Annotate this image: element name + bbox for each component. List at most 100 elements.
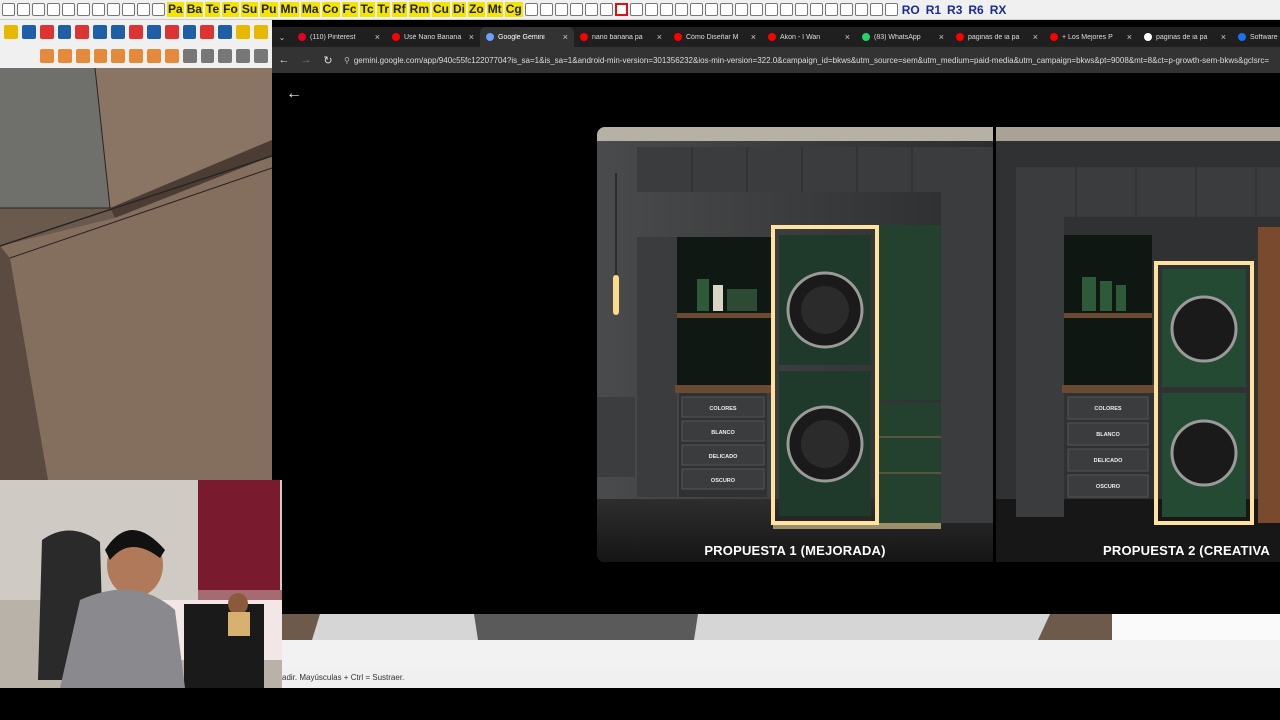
toolbar-label-button[interactable]: Fo — [222, 2, 239, 17]
close-tab-icon[interactable]: × — [751, 32, 756, 42]
close-tab-icon[interactable]: × — [563, 32, 568, 42]
iso-view-icon[interactable] — [182, 49, 197, 63]
close-tab-icon[interactable]: × — [469, 32, 474, 42]
stop-icon[interactable] — [614, 3, 628, 16]
polygon-icon[interactable] — [182, 25, 197, 39]
intersect-icon[interactable] — [147, 49, 161, 63]
layout-icon[interactable] — [749, 3, 763, 16]
render-preset-button[interactable]: R6 — [966, 3, 985, 17]
trim-icon[interactable] — [93, 49, 108, 63]
component-icon[interactable] — [236, 25, 251, 39]
browser-tab[interactable]: (110) Pinterest × — [292, 27, 386, 47]
toolbar-label-button[interactable]: Di — [452, 2, 467, 17]
browser-tab[interactable]: paginas de ia pa × — [1138, 27, 1232, 47]
info-icon[interactable] — [152, 3, 165, 16]
paint-icon[interactable] — [629, 3, 643, 16]
render-preset-button[interactable]: R1 — [924, 3, 943, 17]
shadow-icon[interactable] — [779, 3, 793, 16]
window-icon[interactable] — [824, 3, 838, 16]
toolbar-label-button[interactable]: Co — [321, 2, 340, 17]
subtract-icon[interactable] — [75, 49, 90, 63]
image-panel-1[interactable]: COLORES BLANCO DELICADO OSCURO PROPUESTA… — [597, 127, 993, 562]
browser-tab[interactable]: Akon - I Wan × — [762, 27, 856, 47]
dimension-icon[interactable] — [539, 3, 553, 16]
toolbar-label-button[interactable]: Mt — [486, 2, 503, 17]
rotate-icon[interactable] — [57, 25, 72, 39]
front-view-icon[interactable] — [218, 49, 233, 63]
window2-icon[interactable] — [839, 3, 853, 16]
toolbar-label-button[interactable]: Te — [205, 2, 221, 17]
extension-icon[interactable] — [734, 3, 748, 16]
undo-icon[interactable] — [107, 3, 120, 16]
toolbar-label-button[interactable]: Rf — [392, 2, 407, 17]
toolbar-label-button[interactable]: Ma — [300, 2, 320, 17]
close-tab-icon[interactable]: × — [845, 32, 850, 42]
section-icon[interactable] — [599, 3, 613, 16]
toolbar-label-button[interactable]: Pa — [167, 2, 184, 17]
close-tab-icon[interactable]: × — [1033, 32, 1038, 42]
toolbar-label-button[interactable]: Zo — [468, 2, 485, 17]
new-file-icon[interactable] — [2, 3, 15, 16]
render-preset-button[interactable]: R3 — [945, 3, 964, 17]
scale-icon[interactable] — [75, 25, 90, 39]
axes-icon[interactable] — [569, 3, 583, 16]
tag-icon[interactable] — [584, 3, 598, 16]
sketchup-viewport[interactable] — [0, 68, 272, 480]
toolbar-label-button[interactable]: Rm — [408, 2, 431, 17]
offset-icon[interactable] — [111, 25, 126, 39]
browser-tab[interactable]: (83) WhatsApp × — [856, 27, 950, 47]
site-info-icon[interactable]: ⚲ — [344, 56, 350, 65]
copy-icon[interactable] — [62, 3, 75, 16]
paste-icon[interactable] — [77, 3, 90, 16]
window3-icon[interactable] — [854, 3, 868, 16]
browser-tab[interactable]: Google Gemini × — [480, 27, 574, 47]
pan-icon[interactable] — [704, 3, 718, 16]
close-tab-icon[interactable]: × — [375, 32, 380, 42]
scene-icon[interactable] — [809, 3, 823, 16]
tape-icon[interactable] — [129, 25, 143, 39]
close-tab-icon[interactable]: × — [939, 32, 944, 42]
toolbar-label-button[interactable]: Fc — [341, 2, 358, 17]
image-panel-2[interactable]: COLORES BLANCO DELICADO OSCURO PROPUESTA… — [996, 127, 1280, 562]
orbit-icon[interactable] — [719, 3, 733, 16]
top-view-icon[interactable] — [200, 49, 215, 63]
url-field[interactable]: ⚲ gemini.google.com/app/940c55fc12207704?… — [344, 56, 1280, 65]
right-view-icon[interactable] — [236, 49, 251, 63]
tab-search-chevron-icon[interactable]: ⌄ — [272, 33, 292, 42]
reload-icon[interactable]: ↻ — [322, 54, 334, 67]
toolbar-label-button[interactable]: Cg — [504, 2, 523, 17]
toolbar-label-button[interactable]: Pu — [260, 2, 278, 17]
close-viewer-arrow-icon[interactable]: ← — [286, 85, 302, 103]
solid-icon[interactable] — [40, 49, 54, 63]
browser-tab[interactable]: Cómo Diseñar M × — [668, 27, 762, 47]
close-tab-icon[interactable]: × — [1127, 32, 1132, 42]
browser-tab[interactable]: paginas de ia pa × — [950, 27, 1044, 47]
print-icon[interactable] — [137, 3, 150, 16]
freehand-icon[interactable] — [200, 25, 215, 39]
save-icon[interactable] — [32, 3, 45, 16]
group-icon[interactable] — [254, 25, 268, 39]
back-nav-icon[interactable]: ← — [278, 54, 290, 66]
zoom-icon[interactable] — [689, 3, 703, 16]
back-view-icon[interactable] — [254, 49, 268, 63]
follow-icon[interactable] — [218, 25, 233, 39]
browser-tab[interactable]: Usé Nano Banana × — [386, 27, 480, 47]
camera-icon[interactable] — [644, 3, 658, 16]
redo-icon[interactable] — [122, 3, 135, 16]
close-tab-icon[interactable]: × — [1221, 32, 1226, 42]
toolbar-label-button[interactable]: Cu — [432, 2, 451, 17]
pushpull-icon[interactable] — [93, 25, 108, 39]
walk-icon[interactable] — [659, 3, 673, 16]
toolbar-label-button[interactable]: Tr — [376, 2, 390, 17]
arc-icon[interactable] — [146, 25, 161, 39]
look-icon[interactable] — [674, 3, 688, 16]
close-tab-icon[interactable]: × — [657, 32, 662, 42]
render-preset-button[interactable]: RX — [988, 3, 1009, 17]
select-icon[interactable] — [4, 25, 18, 39]
toolbar-label-button[interactable]: Ba — [185, 2, 204, 17]
cut-icon[interactable] — [47, 3, 60, 16]
split-icon[interactable] — [111, 49, 126, 63]
outer-shell-icon[interactable] — [129, 49, 144, 63]
open-file-icon[interactable] — [17, 3, 30, 16]
union-icon[interactable] — [57, 49, 72, 63]
